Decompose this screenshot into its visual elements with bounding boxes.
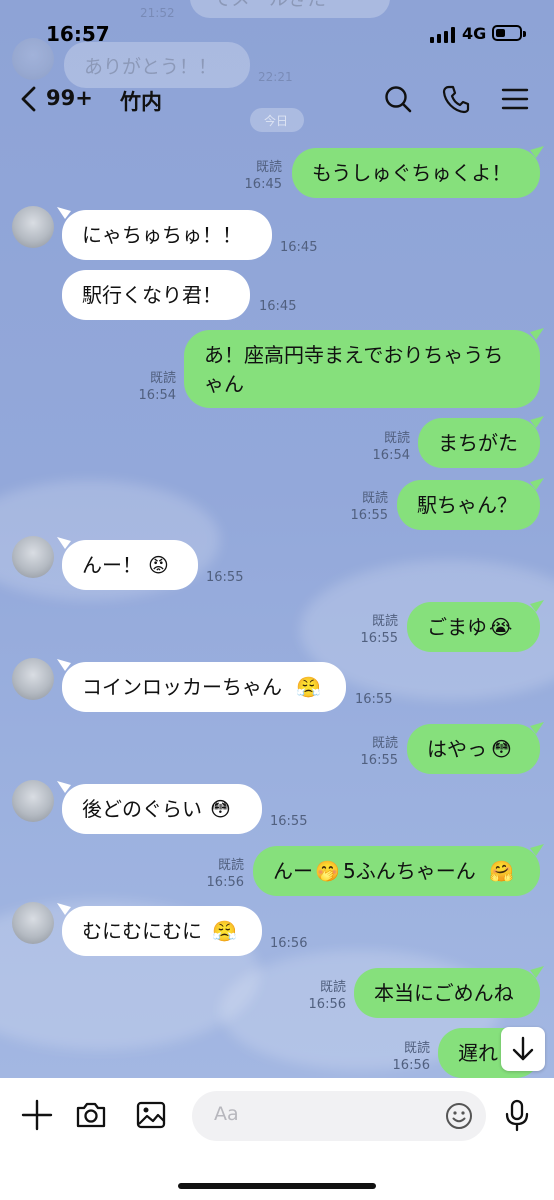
avatar[interactable] [12,902,54,944]
read-receipt: 既読 [217,858,244,873]
message-time: 16:45 [244,177,282,192]
message-text: にゃちゅちゅ！！ [82,223,242,247]
emoji-icon[interactable] [444,1101,474,1131]
unread-count[interactable]: 99+ [46,86,93,110]
avatar[interactable] [12,536,54,578]
message-bubble[interactable]: 本当にごめんね [354,968,540,1018]
camera-icon[interactable] [74,1098,108,1132]
message-time: 16:45 [259,299,297,314]
bubble-tail [530,146,544,158]
message-time: 16:54 [372,448,410,463]
message-time: 16:55 [350,508,388,523]
message-bubble[interactable]: んー！ 😡 [62,540,198,590]
message-text: 後どのぐらい [82,797,202,821]
message-bubble[interactable]: むにむにむに 😤 [62,906,262,956]
chat-title[interactable]: 竹内 [120,86,162,116]
message-time: 16:55 [360,753,398,768]
message-text: もうしゅぐちゅくよ！ [312,161,512,185]
message-time: 16:55 [206,570,244,585]
status-time: 16:57 [46,22,110,46]
menu-icon[interactable] [500,84,530,114]
network-label: 4G [462,24,487,43]
read-receipt: 既読 [319,980,346,995]
plus-icon[interactable] [20,1098,54,1132]
message-bubble[interactable]: もうしゅぐちゅくよ！ [292,148,540,198]
image-icon[interactable] [134,1098,168,1132]
angry-face-emoji: 😡 [148,553,169,577]
bubble-tail [530,328,544,340]
message-time: 16:56 [270,936,308,951]
crying-face-emoji: 😭 [489,615,513,639]
message-text: んー [273,859,313,883]
message-time: 16:55 [360,631,398,646]
status-bar: 16:57 4G [0,0,554,70]
avatar[interactable] [12,780,54,822]
avatar[interactable] [12,658,54,700]
message-bubble[interactable]: コインロッカーちゃん 😤 [62,662,346,712]
message-text-line2: ゃん [204,372,244,396]
message-text: コインロッカーちゃん [82,675,282,699]
scroll-down-arrow-icon [512,1036,534,1061]
flushed-face-emoji: 😳 [491,737,512,761]
message-input[interactable]: Aa [192,1091,486,1141]
message-bubble[interactable]: んー 🤭 5ふんちゃーん 🤗 [253,846,540,896]
message-time: 16:55 [270,814,308,829]
message-bubble[interactable]: 駅ちゃん？ [397,480,540,530]
huffing-face-emoji: 😤 [212,919,237,943]
hand-over-mouth-emoji: 🤭 [315,859,340,883]
message-time: 16:56 [392,1058,430,1073]
message-bubble[interactable]: 駅行くなり君！ [62,270,250,320]
huffing-face-emoji: 😤 [296,675,321,699]
message-time: 16:56 [206,875,244,890]
message-text: 遅れ [458,1041,498,1065]
bubble-tail [530,722,544,734]
signal-icon [430,27,456,43]
phone-icon[interactable] [441,84,471,114]
message-bubble[interactable]: はやっ 😳 [407,724,540,774]
scroll-to-bottom-button[interactable] [501,1027,545,1071]
bubble-tail [530,966,544,978]
search-icon[interactable] [383,84,413,114]
message-text: 本当にごめんね [374,981,514,1005]
message-text-line1: あ！座高円寺まえでおりちゃうち [204,343,504,367]
read-receipt: 既読 [371,614,398,629]
message-time: 16:55 [355,692,393,707]
message-bubble[interactable]: ごまゆ 😭 [407,602,540,652]
message-time: 16:56 [308,997,346,1012]
message-text: むにむにむに [82,919,202,943]
bubble-tail [530,478,544,490]
bubble-tail [530,416,544,428]
message-time: 16:45 [280,240,318,255]
input-placeholder: Aa [214,1103,239,1125]
message-bubble[interactable]: まちがた [418,418,540,468]
chat-header: 99+ 竹内 [0,72,554,126]
message-text: 5ふんちゃーん [343,859,476,883]
message-bubble[interactable]: にゃちゅちゅ！！ [62,210,272,260]
read-receipt: 既読 [403,1041,430,1056]
microphone-icon[interactable] [500,1098,534,1132]
message-text: 駅ちゃん？ [417,493,517,517]
read-receipt: 既読 [255,160,282,175]
message-text: まちがた [438,431,518,455]
avatar[interactable] [12,206,54,248]
read-receipt: 既読 [149,371,176,386]
bubble-tail [530,600,544,612]
back-chevron-icon[interactable] [18,86,40,112]
input-bar: Aa [0,1078,554,1200]
message-text: ごまゆ [427,615,487,639]
battery-icon [492,25,526,41]
read-receipt: 既読 [361,491,388,506]
message-text: 駅行くなり君！ [82,283,222,307]
message-bubble[interactable]: あ！座高円寺まえでおりちゃうち ゃん [184,330,540,408]
home-indicator [178,1183,376,1189]
message-time: 16:54 [138,388,176,403]
read-receipt: 既読 [383,431,410,446]
bubble-tail [530,844,544,856]
message-text: はやっ [427,737,487,761]
message-text: んー！ [82,553,142,577]
read-receipt: 既読 [371,736,398,751]
flushed-face-emoji: 😳 [210,797,231,821]
hugging-face-emoji: 🤗 [489,859,514,883]
message-bubble[interactable]: 後どのぐらい 😳 [62,784,262,834]
